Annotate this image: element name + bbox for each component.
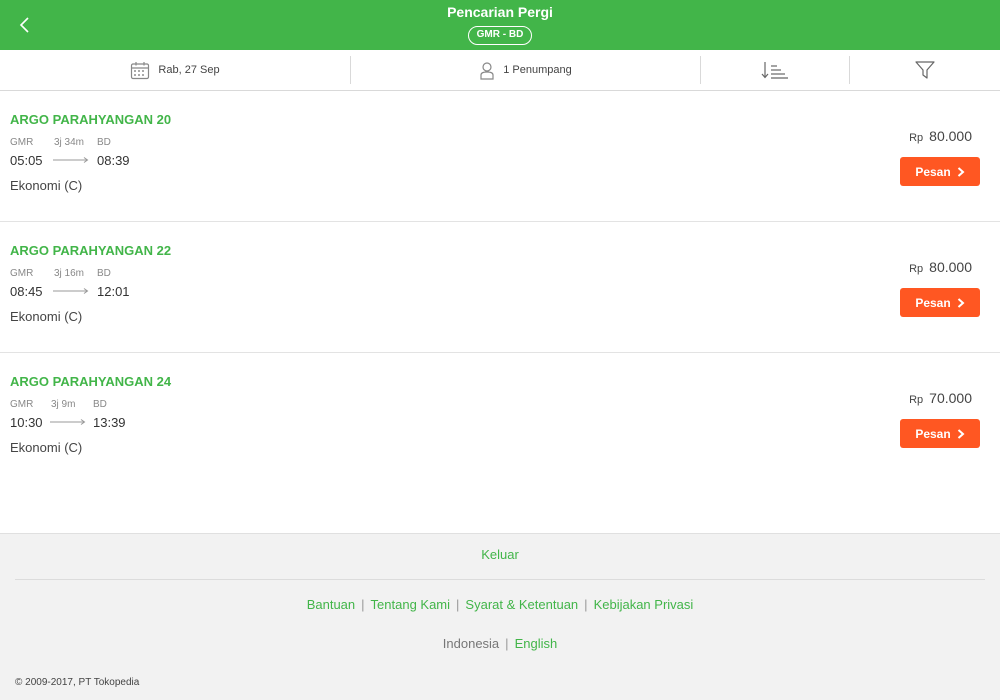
- page-footer: Keluar Bantuan | Tentang Kami | Syarat & Ket…: [0, 533, 1000, 700]
- sort-button[interactable]: [701, 50, 849, 90]
- date-selector[interactable]: Rab, 27 Sep: [0, 50, 350, 90]
- depart-time: 08:45: [10, 284, 43, 299]
- book-button[interactable]: Pesan: [900, 157, 980, 186]
- separator: |: [456, 597, 460, 612]
- duration: 3j 34m: [54, 137, 85, 148]
- copyright: © 2009-2017, PT Tokopedia: [15, 677, 140, 688]
- price-value: 80.000: [929, 128, 972, 144]
- book-label: Pesan: [915, 426, 951, 441]
- separator: |: [584, 597, 588, 612]
- arrow-right-icon: [53, 157, 89, 163]
- currency: Rp: [909, 263, 924, 275]
- price-value: 70.000: [929, 390, 972, 406]
- calendar-icon: [131, 61, 150, 79]
- depart-time: 05:05: [10, 153, 43, 168]
- book-button[interactable]: Pesan: [900, 419, 980, 448]
- chevron-right-icon: [957, 166, 965, 177]
- currency: Rp: [909, 132, 924, 144]
- page-title: Pencarian Pergi: [447, 4, 553, 20]
- origin-code: GMR: [10, 399, 34, 410]
- depart-time: 10:30: [10, 415, 43, 430]
- price: Rp 80.000: [909, 128, 972, 144]
- passenger-selector[interactable]: 1 Penumpang: [351, 50, 700, 90]
- book-label: Pesan: [915, 164, 951, 179]
- divider: [15, 579, 985, 580]
- chevron-right-icon: [957, 297, 965, 308]
- logout-link[interactable]: Keluar: [0, 547, 1000, 562]
- arrow-right-icon: [50, 419, 86, 425]
- train-name: ARGO PARAHYANGAN 24: [10, 374, 172, 389]
- route-badge: GMR - BD: [468, 26, 532, 45]
- footer-links: Bantuan | Tentang Kami | Syarat & Ketentuan |…: [0, 597, 1000, 612]
- filter-icon: [915, 61, 935, 79]
- chevron-right-icon: [957, 428, 965, 439]
- price: Rp 80.000: [909, 259, 972, 275]
- date-label: Rab, 27 Sep: [158, 64, 220, 76]
- arrive-time: 12:01: [97, 284, 130, 299]
- train-name: ARGO PARAHYANGAN 22: [10, 243, 172, 258]
- seat-class: Ekonomi (C): [10, 440, 83, 455]
- origin-code: GMR: [10, 137, 34, 148]
- seat-class: Ekonomi (C): [10, 178, 83, 193]
- price-value: 80.000: [929, 259, 972, 275]
- destination-code: BD: [97, 268, 111, 279]
- language-english[interactable]: English: [515, 636, 558, 651]
- language-switcher: Indonesia | English: [0, 636, 1000, 651]
- train-result-card: ARGO PARAHYANGAN 24 GMR 3j 9m BD 10:30 1…: [0, 353, 1000, 484]
- passenger-label: 1 Penumpang: [503, 64, 572, 76]
- filter-bar: Rab, 27 Sep 1 Penumpang: [0, 50, 1000, 91]
- language-indonesia[interactable]: Indonesia: [443, 636, 499, 651]
- destination-code: BD: [97, 137, 111, 148]
- origin-code: GMR: [10, 268, 34, 279]
- train-result-card: ARGO PARAHYANGAN 20 GMR 3j 34m BD 05:05 …: [0, 91, 1000, 222]
- separator: |: [505, 636, 509, 651]
- sort-icon: [761, 62, 788, 79]
- book-button[interactable]: Pesan: [900, 288, 980, 317]
- duration: 3j 16m: [54, 268, 85, 279]
- privacy-link[interactable]: Kebijakan Privasi: [594, 597, 694, 612]
- destination-code: BD: [93, 399, 107, 410]
- person-icon: [480, 61, 494, 80]
- train-result-card: ARGO PARAHYANGAN 22 GMR 3j 16m BD 08:45 …: [0, 222, 1000, 353]
- price: Rp 70.000: [909, 390, 972, 406]
- help-link[interactable]: Bantuan: [307, 597, 355, 612]
- train-name: ARGO PARAHYANGAN 20: [10, 112, 172, 127]
- book-label: Pesan: [915, 295, 951, 310]
- seat-class: Ekonomi (C): [10, 309, 83, 324]
- arrive-time: 08:39: [97, 153, 130, 168]
- about-link[interactable]: Tentang Kami: [371, 597, 451, 612]
- currency: Rp: [909, 394, 924, 406]
- arrive-time: 13:39: [93, 415, 126, 430]
- terms-link[interactable]: Syarat & Ketentuan: [465, 597, 578, 612]
- app-header: Pencarian Pergi GMR - BD: [0, 0, 1000, 50]
- separator: |: [361, 597, 365, 612]
- duration: 3j 9m: [51, 399, 76, 410]
- filter-button[interactable]: [850, 50, 1000, 90]
- arrow-right-icon: [53, 288, 89, 294]
